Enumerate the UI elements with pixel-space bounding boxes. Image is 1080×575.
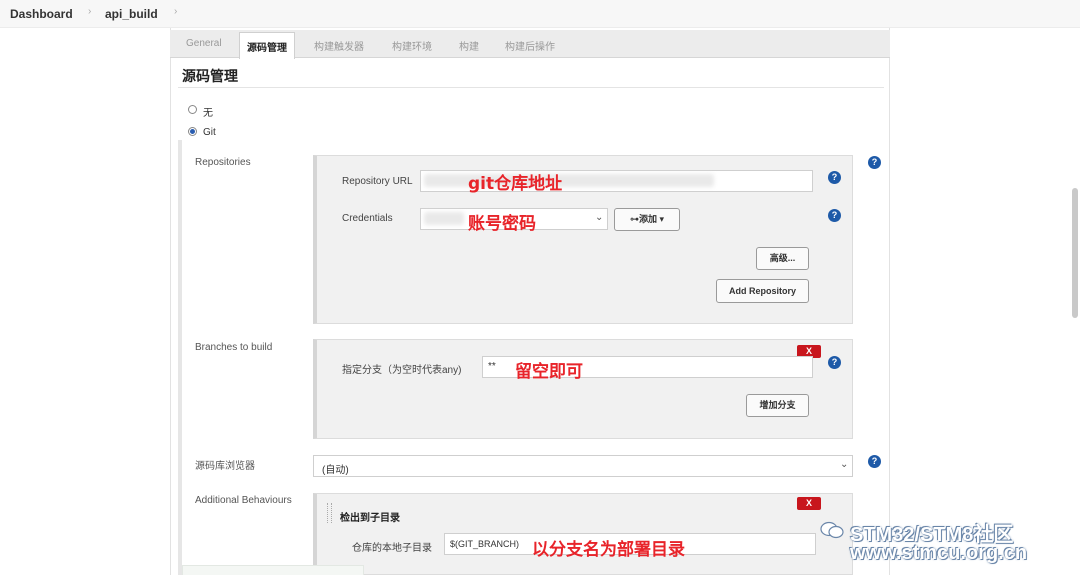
credentials-annotation: 账号密码	[468, 214, 536, 234]
add-repository-button[interactable]: Add Repository	[716, 279, 809, 303]
branch-annotation: 留空即可	[515, 362, 583, 382]
breadcrumb: Dashboard › api_build ›	[0, 0, 1080, 28]
redacted-credentials	[424, 212, 464, 225]
chevron-down-icon: ⌄	[595, 212, 604, 223]
radio-none-label: 无	[203, 108, 213, 119]
repo-browser-label: 源码库浏览器	[195, 461, 255, 472]
branch-box	[313, 339, 853, 439]
add-credentials-button[interactable]: ⊶添加 ▾	[614, 208, 680, 231]
delete-behaviour-button[interactable]: X	[797, 497, 821, 510]
chevron-right-icon[interactable]: ›	[174, 6, 177, 17]
tab-source-code[interactable]: 源码管理	[239, 32, 295, 59]
breadcrumb-api-build[interactable]: api_build	[105, 7, 158, 21]
add-branch-button[interactable]: 增加分支	[746, 394, 809, 417]
credentials-label: Credentials	[342, 213, 393, 224]
radio-git[interactable]	[188, 127, 197, 136]
tab-general[interactable]: General	[186, 38, 222, 49]
config-tabs: General 源码管理 构建触发器 构建环境 构建 构建后操作	[170, 30, 890, 59]
checkout-subdir-title: 检出到子目录	[340, 513, 400, 524]
chevron-down-icon: ⌄	[840, 459, 849, 470]
section-title: 源码管理	[182, 68, 238, 84]
caret-down-icon: ▾	[659, 214, 665, 224]
radio-git-label: Git	[203, 127, 216, 138]
tab-build-environment[interactable]: 构建环境	[392, 38, 432, 53]
repositories-label: Repositories	[195, 157, 251, 168]
help-icon[interactable]: ?	[828, 356, 841, 369]
local-subdir-value: $(GIT_BRANCH)	[450, 539, 520, 549]
tab-build[interactable]: 构建	[459, 38, 479, 53]
radio-none[interactable]	[188, 105, 197, 114]
additional-behaviours-label: Additional Behaviours	[195, 495, 292, 506]
drag-handle[interactable]	[327, 503, 332, 523]
divider	[178, 87, 884, 88]
help-icon[interactable]: ?	[828, 171, 841, 184]
local-subdir-label: 仓库的本地子目录	[352, 543, 432, 554]
tab-post-build[interactable]: 构建后操作	[505, 38, 555, 53]
scrollbar[interactable]	[1072, 188, 1078, 318]
section-guide	[178, 140, 182, 575]
bottom-bar	[182, 565, 364, 575]
subdir-annotation: 以分支名为部署目录	[532, 540, 685, 560]
add-credentials-label: ⊶添加	[629, 214, 657, 224]
wechat-icon	[820, 521, 844, 539]
branches-label: Branches to build	[195, 342, 273, 353]
help-icon[interactable]: ?	[868, 156, 881, 169]
repo-browser-select[interactable]: (自动) ⌄	[313, 455, 853, 477]
help-icon[interactable]: ?	[828, 209, 841, 222]
url-annotation: git仓库地址	[468, 174, 563, 194]
chevron-right-icon[interactable]: ›	[88, 6, 91, 17]
advanced-button[interactable]: 高级...	[756, 247, 809, 270]
branch-specifier-value: **	[488, 361, 496, 372]
repo-browser-value: (自动)	[322, 465, 349, 476]
watermark-line-2: www.stmcu.org.cn	[850, 542, 1028, 564]
branch-specifier-label: 指定分支（为空时代表any)	[342, 365, 462, 376]
help-icon[interactable]: ?	[868, 455, 881, 468]
repository-url-label: Repository URL	[342, 176, 413, 187]
breadcrumb-dashboard[interactable]: Dashboard	[10, 7, 73, 21]
tab-build-triggers[interactable]: 构建触发器	[314, 38, 364, 53]
